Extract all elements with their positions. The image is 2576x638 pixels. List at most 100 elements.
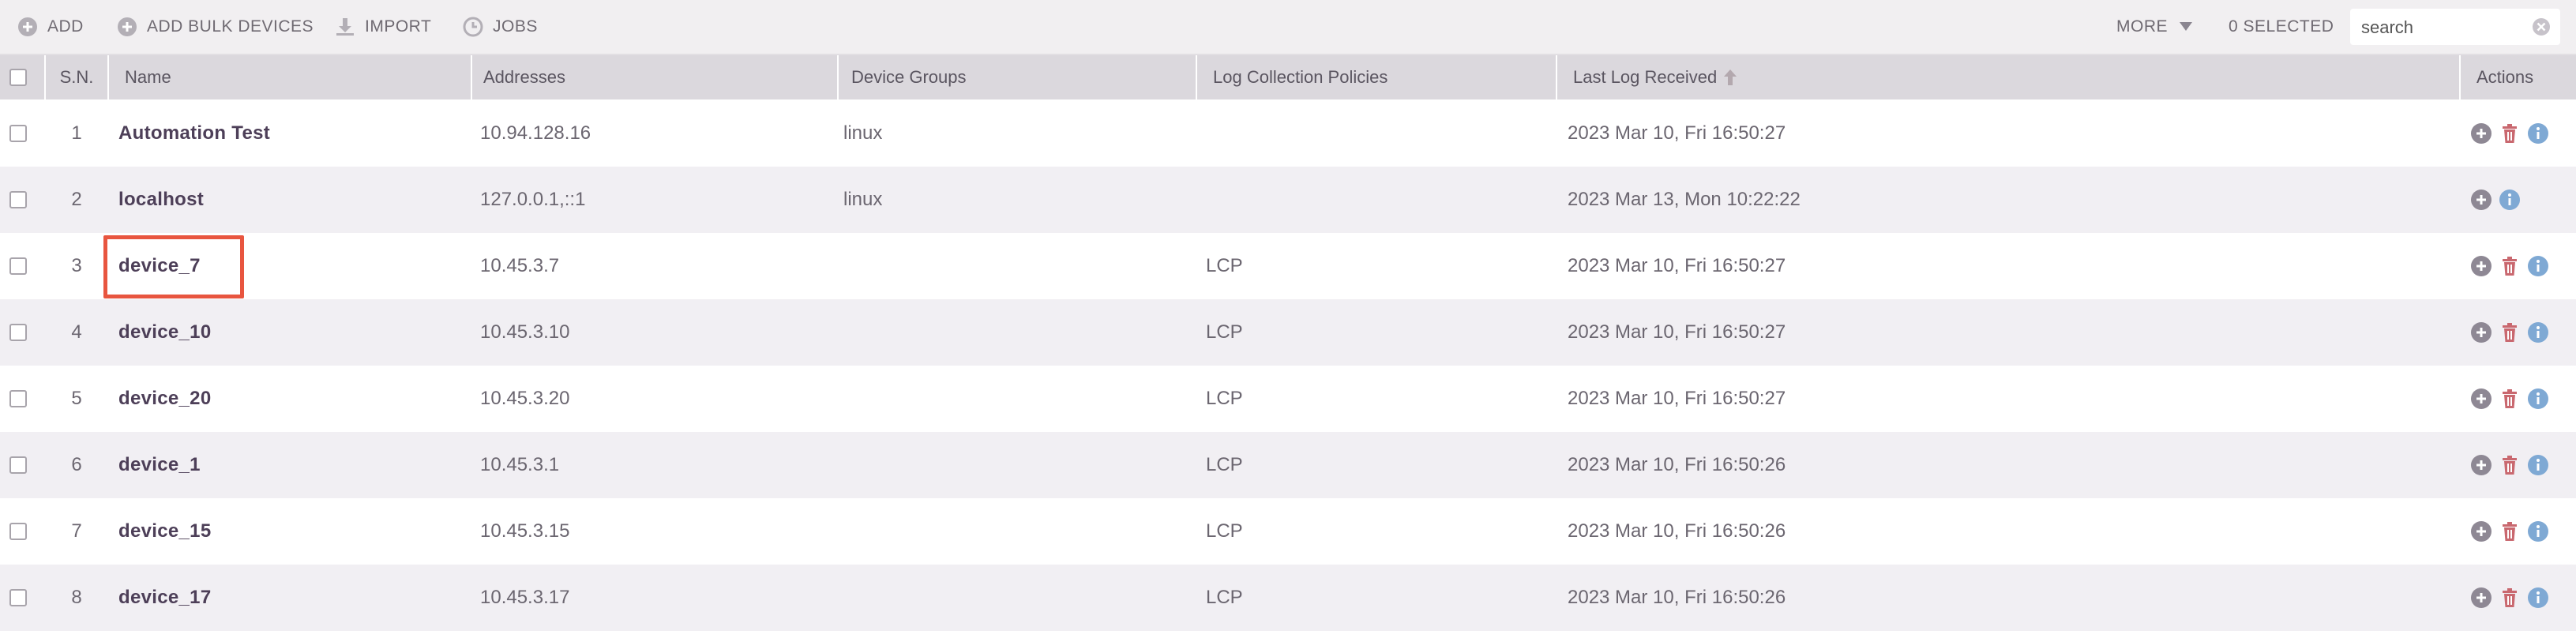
row-actions — [2470, 167, 2527, 233]
select-all-checkbox[interactable] — [9, 55, 27, 99]
info-icon[interactable] — [2527, 321, 2549, 343]
clock-icon — [463, 17, 483, 37]
row-sn: 4 — [71, 321, 82, 343]
plus-circle-icon — [18, 17, 37, 36]
row-checkbox[interactable] — [9, 498, 27, 565]
column-header-device-groups[interactable]: Device Groups — [851, 55, 967, 99]
table-row[interactable]: 2 localhost 127.0.0.1,::1 linux 2023 Mar 13,… — [0, 167, 2576, 233]
last-log-received: 2023 Mar 10, Fri 16:50:26 — [1568, 454, 1786, 475]
jobs-button[interactable]: JOBS — [463, 0, 538, 54]
plus-circle-icon[interactable] — [2470, 189, 2492, 211]
row-checkbox-box[interactable] — [9, 456, 27, 474]
plus-circle-icon[interactable] — [2470, 520, 2492, 542]
log-collection-policy: LCP — [1206, 321, 1243, 343]
column-header-addresses[interactable]: Addresses — [483, 55, 565, 99]
device-name-link[interactable]: device_15 — [118, 498, 211, 565]
row-actions — [2470, 498, 2555, 565]
plus-circle-icon[interactable] — [2470, 255, 2492, 277]
row-checkbox-box[interactable] — [9, 191, 27, 208]
column-header-actions-label: Actions — [2476, 67, 2534, 87]
table-row[interactable]: 1 Automation Test 10.94.128.16 linux 2023 Ma… — [0, 100, 2576, 167]
select-all-box[interactable] — [9, 69, 27, 86]
table-row[interactable]: 6 device_1 10.45.3.1 LCP 2023 Mar 10, Fri 16… — [0, 432, 2576, 498]
table-header: S.N. Name Addresses Device Groups Log Co… — [0, 55, 2576, 99]
device-group: linux — [843, 189, 883, 210]
device-name-link[interactable]: device_17 — [118, 565, 211, 631]
row-checkbox[interactable] — [9, 100, 27, 167]
last-log-received: 2023 Mar 10, Fri 16:50:27 — [1568, 122, 1786, 144]
row-checkbox[interactable] — [9, 233, 27, 299]
more-label: MORE — [2116, 17, 2168, 36]
device-address: 10.45.3.17 — [480, 587, 570, 608]
info-icon[interactable] — [2499, 189, 2521, 211]
clear-icon[interactable] — [2532, 17, 2551, 36]
plus-circle-icon[interactable] — [2470, 587, 2492, 609]
add-bulk-devices-button[interactable]: ADD BULK DEVICES — [117, 0, 314, 54]
column-header-last-log-label: Last Log Received — [1573, 67, 1718, 87]
trash-icon[interactable] — [2499, 454, 2521, 476]
device-group: linux — [843, 122, 883, 144]
trash-icon[interactable] — [2499, 520, 2521, 542]
plus-circle-icon[interactable] — [2470, 122, 2492, 144]
table-row[interactable]: 5 device_20 10.45.3.20 LCP 2023 Mar 10, Fri … — [0, 366, 2576, 432]
plus-circle-icon[interactable] — [2470, 321, 2492, 343]
trash-icon[interactable] — [2499, 122, 2521, 144]
column-header-lcp-label: Log Collection Policies — [1213, 67, 1388, 87]
row-checkbox-box[interactable] — [9, 523, 27, 540]
trash-icon[interactable] — [2499, 321, 2521, 343]
column-header-name-label: Name — [125, 67, 171, 87]
row-sn: 5 — [71, 388, 82, 409]
column-header-sn[interactable]: S.N. — [46, 55, 107, 99]
table-row[interactable]: 7 device_15 10.45.3.15 LCP 2023 Mar 10, Fri … — [0, 498, 2576, 565]
info-icon[interactable] — [2527, 454, 2549, 476]
device-name-link[interactable]: Automation Test — [118, 100, 270, 167]
device-name-link[interactable]: device_10 — [118, 299, 211, 366]
row-sn: 2 — [71, 189, 82, 210]
last-log-received: 2023 Mar 10, Fri 16:50:26 — [1568, 520, 1786, 542]
log-collection-policy: LCP — [1206, 388, 1243, 409]
last-log-received: 2023 Mar 10, Fri 16:50:26 — [1568, 587, 1786, 608]
row-checkbox[interactable] — [9, 366, 27, 432]
row-checkbox-box[interactable] — [9, 390, 27, 407]
row-actions — [2470, 299, 2555, 366]
device-name-link[interactable]: localhost — [118, 167, 204, 233]
info-icon[interactable] — [2527, 255, 2549, 277]
row-checkbox[interactable] — [9, 167, 27, 233]
device-address: 10.94.128.16 — [480, 122, 591, 144]
row-checkbox[interactable] — [9, 432, 27, 498]
info-icon[interactable] — [2527, 388, 2549, 410]
trash-icon[interactable] — [2499, 388, 2521, 410]
device-name-link[interactable]: device_1 — [118, 432, 201, 498]
device-address: 10.45.3.1 — [480, 454, 560, 475]
more-button[interactable]: MORE — [2116, 0, 2193, 54]
row-checkbox-box[interactable] — [9, 324, 27, 341]
import-button[interactable]: IMPORT — [335, 0, 431, 54]
device-name-link[interactable]: device_7 — [118, 233, 201, 299]
row-checkbox[interactable] — [9, 565, 27, 631]
row-checkbox[interactable] — [9, 299, 27, 366]
column-header-last-log-received[interactable]: Last Log Received — [1573, 55, 1737, 99]
trash-icon[interactable] — [2499, 255, 2521, 277]
table-row[interactable]: 8 device_17 10.45.3.17 LCP 2023 Mar 10, Fri … — [0, 565, 2576, 631]
row-sn: 6 — [71, 454, 82, 475]
table-row[interactable]: 4 device_10 10.45.3.10 LCP 2023 Mar 10, Fri … — [0, 299, 2576, 366]
info-icon[interactable] — [2527, 587, 2549, 609]
search-input[interactable] — [2360, 9, 2529, 47]
row-checkbox-box[interactable] — [9, 257, 27, 275]
table-row[interactable]: 3 device_7 10.45.3.7 LCP 2023 Mar 10, Fri 16… — [0, 233, 2576, 299]
add-button[interactable]: ADD — [17, 0, 84, 54]
info-icon[interactable] — [2527, 520, 2549, 542]
plus-circle-icon[interactable] — [2470, 454, 2492, 476]
device-name-link[interactable]: device_20 — [118, 366, 211, 432]
row-checkbox-box[interactable] — [9, 589, 27, 606]
row-actions — [2470, 366, 2555, 432]
row-actions — [2470, 100, 2555, 167]
column-header-name[interactable]: Name — [125, 55, 171, 99]
plus-circle-icon[interactable] — [2470, 388, 2492, 410]
log-collection-policy: LCP — [1206, 587, 1243, 608]
info-icon[interactable] — [2527, 122, 2549, 144]
column-header-log-collection-policies[interactable]: Log Collection Policies — [1213, 55, 1388, 99]
trash-icon[interactable] — [2499, 587, 2521, 609]
import-label: IMPORT — [365, 17, 432, 36]
row-checkbox-box[interactable] — [9, 125, 27, 142]
